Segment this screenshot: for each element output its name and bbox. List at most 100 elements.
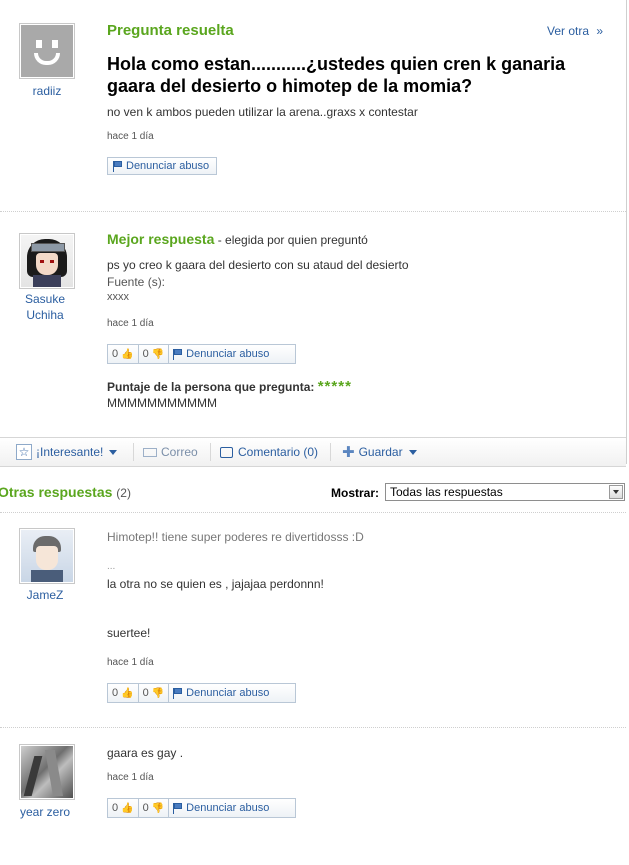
answer-time: hace 1 día — [107, 772, 154, 783]
report-abuse-label: Denunciar abuso — [186, 802, 270, 814]
correo-button[interactable]: Correo — [143, 438, 198, 466]
divider — [0, 727, 626, 728]
answer-vote-bar: 0 👍 0 👎 Denunciar abuso — [107, 798, 296, 818]
thumbs-up-count: 0 — [112, 802, 119, 814]
answer-time: hace 1 día — [107, 657, 154, 668]
comentario-button[interactable]: Comentario (0) — [220, 438, 318, 466]
report-abuse-label: Denunciar abuso — [126, 160, 210, 172]
chevron-down-icon — [408, 449, 417, 455]
report-abuse-label: Denunciar abuso — [186, 687, 270, 699]
report-abuse-button[interactable]: Denunciar abuso — [169, 684, 275, 702]
chevron-down-icon — [109, 449, 118, 455]
thumbs-up-icon: 👍 — [121, 802, 134, 814]
question-time: hace 1 día — [107, 131, 154, 142]
divider — [210, 443, 211, 461]
source-value: xxxx — [107, 291, 129, 303]
other-answers-count: (2) — [116, 486, 131, 500]
answer-user[interactable]: JameZ — [19, 587, 71, 603]
report-abuse-button[interactable]: Denunciar abuso — [107, 157, 217, 175]
best-answer-user-line2: Uchiha — [26, 308, 64, 322]
flag-icon — [173, 687, 183, 699]
thumbs-down-count: 0 — [142, 348, 149, 360]
asker-rating-label: Puntaje de la persona que pregunta: — [107, 380, 315, 394]
thumbs-down-icon: 👎 — [151, 348, 165, 360]
answers-filter-value: Todas las respuestas — [390, 485, 503, 499]
thumbs-down-icon: 👎 — [151, 802, 165, 814]
question-title-line1: Hola como estan...........¿ustedes quien… — [107, 54, 566, 74]
question-title: Hola como estan...........¿ustedes quien… — [107, 53, 617, 97]
best-answer-time: hace 1 día — [107, 318, 154, 329]
asker-avatar[interactable] — [19, 23, 75, 79]
thumbs-down-icon: 👎 — [151, 687, 165, 699]
best-answer-chosen-by: - elegida por quien preguntó — [214, 233, 368, 247]
report-abuse-button[interactable]: Denunciar abuso — [169, 799, 275, 817]
ver-otra-link[interactable]: Ver otra » — [547, 24, 603, 38]
best-answer-header: Mejor respuesta — [107, 231, 215, 247]
source-label: Fuente (s): — [107, 275, 166, 289]
envelope-icon — [143, 447, 157, 457]
plus-icon: ✚ — [342, 444, 355, 461]
answer-text-line4: suertee! — [107, 626, 151, 640]
thumbs-up-count: 0 — [112, 687, 119, 699]
anime-avatar-icon — [21, 235, 73, 287]
best-answer-user-line1: Sasuke — [24, 292, 66, 306]
correo-label: Correo — [161, 445, 198, 459]
asker-name[interactable]: radiiz — [19, 83, 75, 99]
other-answers-header: Otras respuestas (2) — [0, 484, 131, 500]
thumbs-up-button[interactable]: 0 👍 — [108, 684, 139, 702]
divider — [0, 211, 626, 212]
best-answer-vote-bar: 0 👍 0 👎 Denunciar abuso — [107, 344, 296, 364]
thumbs-up-icon: 👍 — [121, 687, 134, 699]
best-answer-header-row: Mejor respuesta - elegida por quien preg… — [107, 231, 368, 247]
chevron-down-icon — [609, 485, 623, 499]
photo-avatar-icon — [21, 746, 73, 798]
thumbs-up-count: 0 — [112, 348, 119, 360]
star-icon: ☆ — [16, 444, 32, 460]
report-abuse-label: Denunciar abuso — [186, 348, 270, 360]
best-answer-text: ps yo creo k gaara del desierto con su a… — [107, 258, 409, 272]
rating-stars: ***** — [317, 378, 352, 395]
comment-icon — [220, 446, 233, 458]
divider — [0, 512, 626, 513]
question-details: no ven k ambos pueden utilizar la arena.… — [107, 105, 418, 119]
answer-vote-bar: 0 👍 0 👎 Denunciar abuso — [107, 683, 296, 703]
asker-rating-row: Puntaje de la persona que pregunta: ****… — [107, 378, 352, 395]
thumbs-down-button[interactable]: 0 👎 — [139, 799, 170, 817]
guardar-button[interactable]: ✚ Guardar — [342, 438, 417, 466]
answer-avatar[interactable] — [19, 528, 75, 584]
interesante-label: ¡Interesante! — [36, 445, 104, 459]
interesante-button[interactable]: ☆ ¡Interesante! — [16, 438, 118, 466]
thumbs-down-button[interactable]: 0 👎 — [139, 684, 170, 702]
action-bar: ☆ ¡Interesante! Correo Comentario (0) ✚ … — [0, 437, 626, 467]
flag-icon — [113, 160, 122, 172]
answer-avatar[interactable] — [19, 744, 75, 800]
asker-rating-comment: MMMMMMMMMMM — [107, 396, 217, 410]
thumbs-up-button[interactable]: 0 👍 — [108, 799, 139, 817]
answer-text-line2: ... — [107, 561, 116, 572]
double-arrow-icon: » — [596, 24, 604, 38]
answer-user[interactable]: year zero — [13, 804, 77, 820]
flag-icon — [173, 348, 183, 360]
guardar-label: Guardar — [358, 445, 403, 459]
thumbs-down-count: 0 — [142, 802, 149, 814]
divider — [330, 443, 331, 461]
flag-icon — [173, 802, 183, 814]
other-answers-title: Otras respuestas — [0, 484, 113, 500]
answer-text-line3: la otra no se quien es , jajajaa perdonn… — [107, 577, 324, 591]
divider — [133, 443, 134, 461]
thumbs-down-count: 0 — [142, 687, 149, 699]
comentario-label: Comentario (0) — [238, 445, 319, 459]
thumbs-down-button[interactable]: 0 👎 — [139, 345, 170, 363]
thumbs-up-button[interactable]: 0 👍 — [108, 345, 139, 363]
answer-text-line1: Himotep!! tiene super poderes re diverti… — [107, 530, 364, 544]
question-title-line2: gaara del desierto o himotep de la momia… — [107, 76, 473, 96]
thumbs-up-icon: 👍 — [121, 348, 134, 360]
best-answer-avatar[interactable] — [19, 233, 75, 289]
question-status-header: Pregunta resuelta — [107, 22, 234, 39]
mostrar-label: Mostrar: — [331, 486, 380, 500]
answer-text-line1: gaara es gay . — [107, 746, 184, 760]
answers-filter-select[interactable]: Todas las respuestas — [385, 483, 625, 501]
ver-otra-label: Ver otra — [547, 24, 590, 38]
best-answer-user[interactable]: Sasuke Uchiha — [15, 291, 75, 323]
report-abuse-button[interactable]: Denunciar abuso — [169, 345, 275, 363]
